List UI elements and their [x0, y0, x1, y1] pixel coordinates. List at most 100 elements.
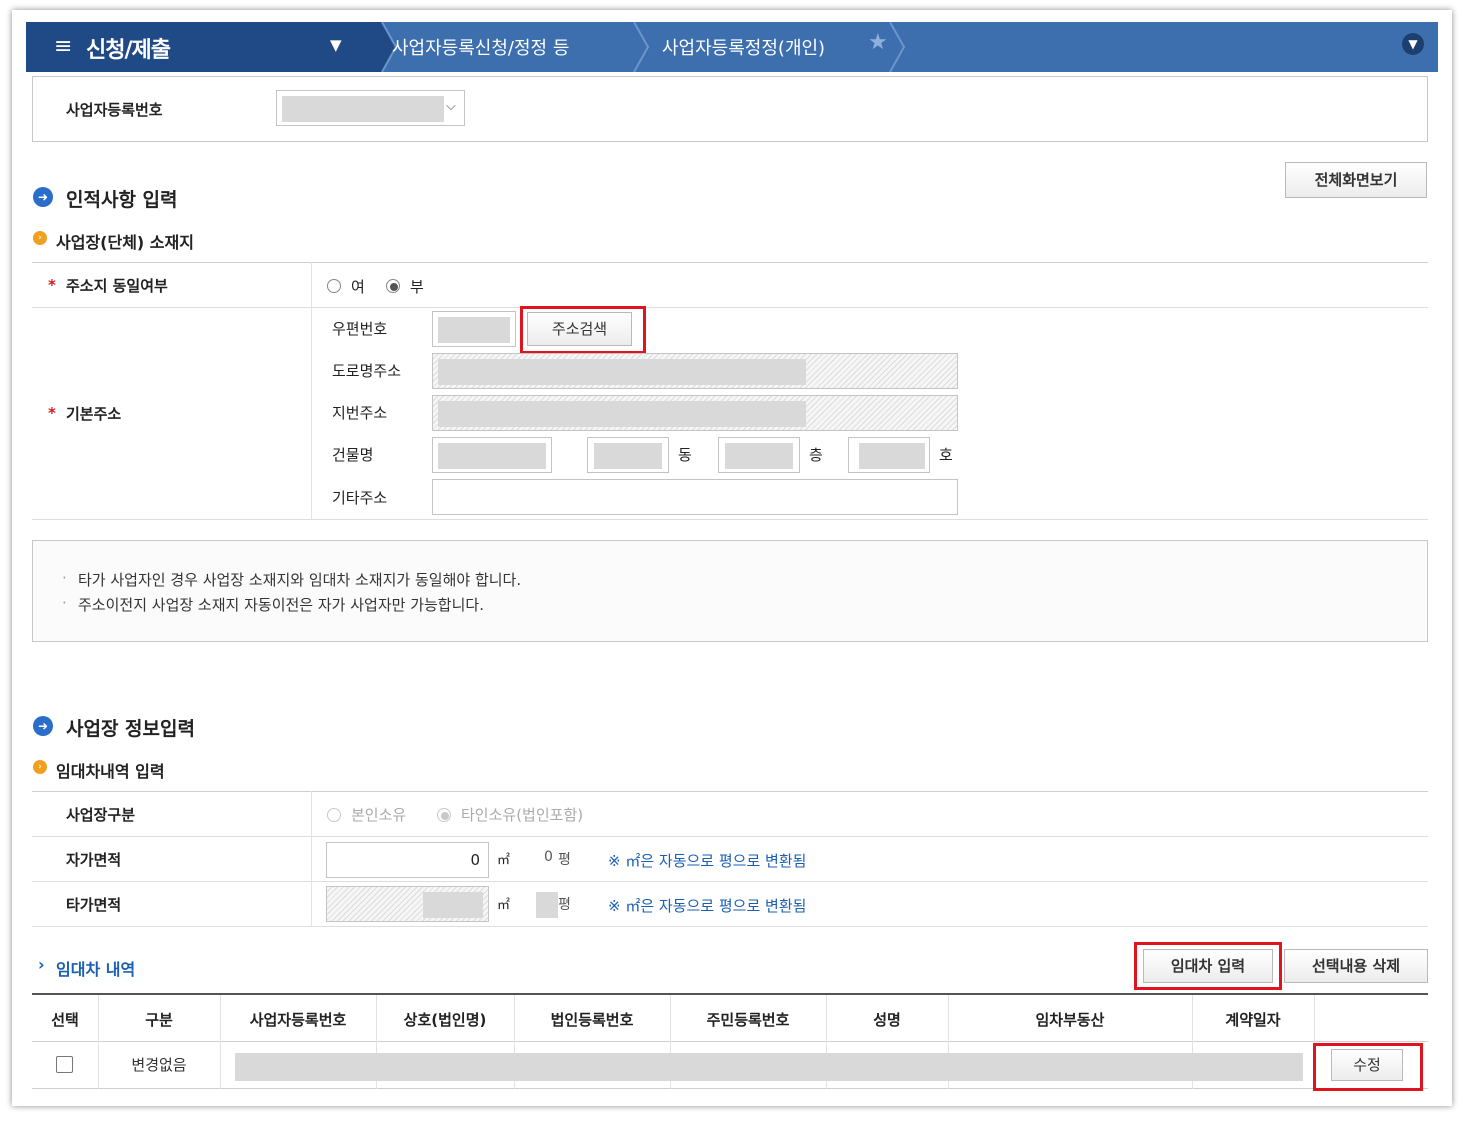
section-title-business: 사업장 정보입력	[66, 718, 195, 740]
column-header-biz-reg-no: 사업자등록번호	[249, 1011, 347, 1029]
fullscreen-button[interactable]: 전체화면보기	[1285, 162, 1427, 198]
type-other-label: 타인소유(법인포함)	[461, 806, 584, 824]
other-address-label: 기타주소	[332, 489, 388, 507]
unit-pyeong: 평	[558, 897, 571, 913]
column-divider	[311, 791, 312, 927]
notice-line-2: 주소이전지 사업장 소재지 자동이전은 자가 사업자만 가능합니다.	[78, 596, 484, 614]
basic-address-label: 기본주소	[66, 405, 122, 423]
column-divider	[311, 262, 312, 520]
biz-reg-no-label: 사업자등록번호	[66, 101, 163, 119]
menu-title[interactable]: 신청/제출	[86, 32, 171, 64]
address-search-button[interactable]: 주소검색	[527, 312, 632, 346]
top-navigation-bar: ≡ 신청/제출 ▼ 사업자등록신청/정정 등 사업자등록정정(개인) ★ ▼	[26, 22, 1438, 72]
convert-note: ※ ㎡은 자동으로 평으로 변환됨	[608, 852, 807, 870]
unit-sqm: ㎡	[497, 898, 511, 913]
table-top-border	[32, 993, 1428, 995]
lot-address-input[interactable]	[432, 395, 958, 431]
radio-type-other[interactable]	[437, 808, 451, 822]
masked-value	[438, 443, 546, 469]
masked-value	[725, 443, 793, 469]
table-top-border	[32, 791, 1428, 792]
masked-pyeong-value	[536, 892, 558, 918]
breadcrumb-separator-icon	[889, 22, 906, 72]
column-header-company-name: 상호(법인명)	[403, 1011, 487, 1029]
masked-value	[859, 443, 925, 469]
column-header-resident-no: 주민등록번호	[706, 1011, 790, 1029]
favorite-star-icon[interactable]: ★	[868, 30, 888, 55]
delete-selected-button[interactable]: 선택내용 삭제	[1284, 949, 1428, 983]
other-area-input[interactable]	[326, 886, 489, 922]
lease-input-button[interactable]: 임대차 입력	[1143, 949, 1273, 983]
section-arrow-icon: ➜	[33, 187, 53, 207]
edit-button[interactable]: 수정	[1331, 1049, 1403, 1081]
required-mark: *	[48, 276, 56, 294]
table-top-border	[32, 262, 1428, 263]
masked-value	[438, 401, 806, 427]
column-header-name: 성명	[873, 1011, 901, 1029]
type-own-label: 본인소유	[351, 806, 407, 824]
section-arrow-icon: ➜	[33, 716, 53, 736]
row-checkbox[interactable]	[56, 1056, 73, 1073]
breadcrumb-item-2[interactable]: 사업자등록정정(개인)	[662, 34, 825, 60]
dong-input[interactable]	[587, 437, 669, 473]
floor-unit: 층	[809, 446, 823, 464]
own-area-pyeong-value: 0	[544, 849, 553, 865]
radio-type-own[interactable]	[327, 808, 341, 822]
bullet: ·	[62, 594, 67, 612]
postal-code-input[interactable]	[432, 311, 516, 347]
masked-row-data	[235, 1053, 1303, 1081]
biz-reg-no-box	[32, 76, 1428, 142]
ho-input[interactable]	[848, 437, 930, 473]
radio-yes-label: 여	[351, 278, 365, 296]
column-header-contract-date: 계약일자	[1225, 1011, 1281, 1029]
chevron-right-icon: ›	[38, 955, 45, 974]
caret-down-icon[interactable]: ▼	[330, 36, 342, 54]
radio-address-same-no[interactable]	[386, 279, 400, 293]
road-address-label: 도로명주소	[332, 362, 402, 380]
postal-code-label: 우편번호	[332, 320, 388, 338]
row-divider	[32, 926, 1428, 927]
building-name-input[interactable]	[432, 437, 552, 473]
expand-chevron-icon[interactable]: ▼	[1402, 33, 1424, 55]
row-divider	[32, 307, 1428, 308]
convert-note: ※ ㎡은 자동으로 평으로 변환됨	[608, 897, 807, 915]
breadcrumb-separator-icon	[633, 22, 650, 72]
building-label: 건물명	[332, 446, 374, 464]
hamburger-menu-icon[interactable]: ≡	[54, 34, 72, 59]
ho-unit: 호	[939, 446, 953, 464]
column-header-corp-reg-no: 법인등록번호	[550, 1011, 634, 1029]
other-address-input[interactable]	[432, 479, 958, 515]
floor-input[interactable]	[718, 437, 800, 473]
radio-no-label: 부	[410, 278, 424, 296]
radio-address-same-yes[interactable]	[327, 279, 341, 293]
masked-value	[438, 359, 806, 385]
biz-reg-no-select[interactable]: ⌵	[276, 90, 465, 126]
breadcrumb-item-1[interactable]: 사업자등록신청/정정 등	[392, 34, 569, 60]
masked-value	[282, 96, 444, 122]
address-same-label: 주소지 동일여부	[66, 277, 168, 295]
row-divider	[32, 881, 1428, 882]
row-divider	[32, 1088, 1428, 1089]
road-address-input[interactable]	[432, 353, 958, 389]
column-header-leased-property: 임차부동산	[1035, 1011, 1105, 1029]
lease-list-title: 임대차 내역	[56, 960, 136, 979]
column-header-select: 선택	[51, 1011, 79, 1029]
row-divider	[32, 519, 1428, 520]
other-area-label: 타가면적	[66, 896, 122, 914]
column-header-type: 구분	[145, 1011, 173, 1029]
notice-line-1: 타가 사업자인 경우 사업장 소재지와 임대차 소재지가 동일해야 합니다.	[78, 571, 522, 589]
row-divider	[32, 836, 1428, 837]
unit-pyeong: 평	[558, 852, 571, 868]
own-area-value: 0	[470, 851, 480, 869]
dong-unit: 동	[678, 446, 692, 464]
masked-value	[594, 443, 662, 469]
own-area-input[interactable]: 0	[326, 842, 489, 878]
own-area-label: 자가면적	[66, 851, 122, 869]
menu-area	[26, 22, 382, 72]
lot-address-label: 지번주소	[332, 404, 388, 422]
required-mark: *	[48, 404, 56, 422]
business-type-label: 사업장구분	[66, 806, 136, 824]
bullet: ·	[62, 569, 67, 587]
table-row: 변경없음	[32, 1042, 1428, 1088]
subsection-arrow-icon: ›	[33, 760, 47, 774]
